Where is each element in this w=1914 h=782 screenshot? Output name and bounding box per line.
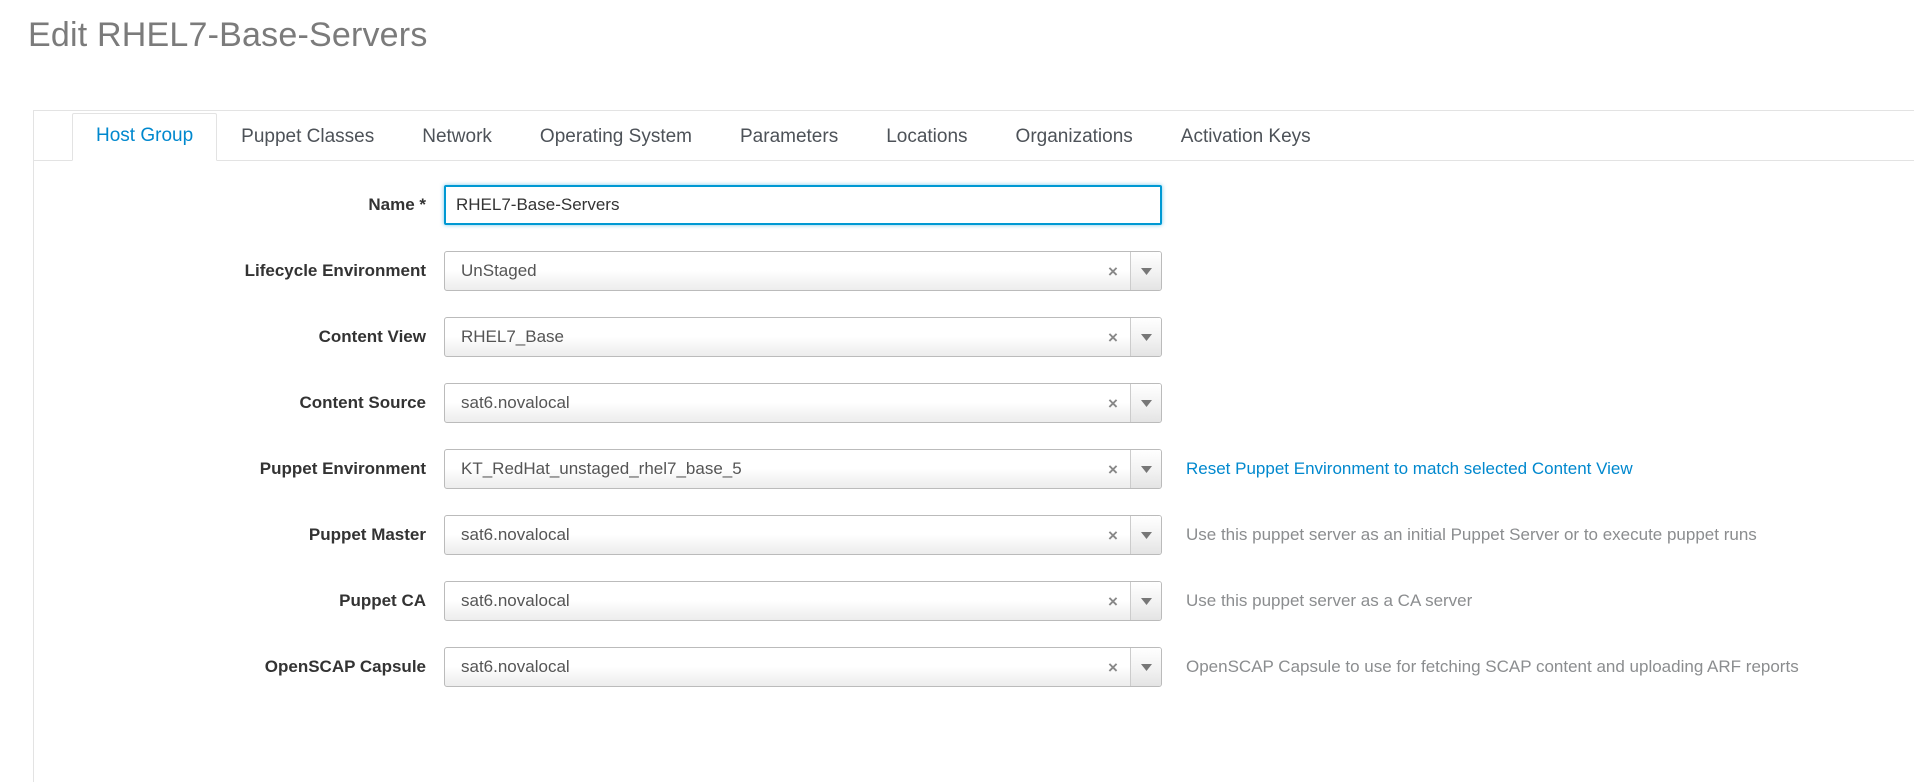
tab-label: Locations [886, 126, 968, 148]
form-row-openscap-capsule: OpenSCAP Capsule sat6.novalocal × OpenSC… [34, 647, 1914, 687]
chevron-down-icon[interactable] [1130, 318, 1161, 356]
tab-label: Organizations [1015, 126, 1133, 148]
form-row-lifecycle-environment: Lifecycle Environment UnStaged × [34, 251, 1914, 291]
puppet-ca-value: sat6.novalocal [461, 591, 570, 610]
tab-label: Operating System [539, 126, 692, 148]
clear-icon[interactable]: × [1096, 384, 1130, 422]
content-source-value: sat6.novalocal [461, 393, 570, 412]
content-view-label: Content View [318, 327, 426, 346]
name-field-wrap [444, 185, 1162, 225]
chevron-down-icon[interactable] [1130, 516, 1161, 554]
content-source-select[interactable]: sat6.novalocal × [444, 383, 1162, 423]
tab-puppet-classes[interactable]: Puppet Classes [217, 114, 398, 161]
lifecycle-environment-field-wrap: UnStaged × [444, 251, 1162, 291]
tab-operating-system[interactable]: Operating System [516, 114, 716, 161]
tab-parameters[interactable]: Parameters [716, 114, 862, 161]
tab-organizations[interactable]: Organizations [992, 114, 1157, 161]
clear-icon[interactable]: × [1096, 582, 1130, 620]
tab-host-group[interactable]: Host Group [72, 113, 218, 161]
puppet-environment-select[interactable]: KT_RedHat_unstaged_rhel7_base_5 × [444, 449, 1162, 489]
openscap-capsule-select[interactable]: sat6.novalocal × [444, 647, 1162, 687]
clear-icon[interactable]: × [1096, 516, 1130, 554]
puppet-master-label: Puppet Master [308, 525, 426, 544]
openscap-capsule-field-wrap: sat6.novalocal × [444, 647, 1162, 687]
lifecycle-environment-label: Lifecycle Environment [244, 261, 426, 280]
puppet-master-select[interactable]: sat6.novalocal × [444, 515, 1162, 555]
content-source-label: Content Source [299, 393, 426, 412]
page-title: Edit RHEL7-Base-Servers [28, 16, 428, 54]
form-row-content-source: Content Source sat6.novalocal × [34, 383, 1914, 423]
chevron-down-icon[interactable] [1130, 384, 1161, 422]
puppet-ca-field-wrap: sat6.novalocal × [444, 581, 1162, 621]
puppet-master-value: sat6.novalocal [461, 525, 570, 544]
content-view-value: RHEL7_Base [461, 327, 565, 346]
puppet-environment-value: KT_RedHat_unstaged_rhel7_base_5 [461, 459, 742, 478]
tab-activation-keys[interactable]: Activation Keys [1157, 114, 1335, 161]
tab-label: Puppet Classes [241, 126, 375, 148]
clear-icon[interactable]: × [1096, 648, 1130, 686]
tab-bar: Host Group Puppet Classes Network Operat… [34, 111, 1914, 161]
tab-label: Parameters [740, 126, 839, 148]
chevron-down-icon[interactable] [1130, 450, 1161, 488]
form-row-content-view: Content View RHEL7_Base × [34, 317, 1914, 357]
puppet-environment-label: Puppet Environment [259, 459, 426, 478]
clear-icon[interactable]: × [1096, 252, 1130, 290]
openscap-capsule-help: OpenSCAP Capsule to use for fetching SCA… [1186, 657, 1799, 676]
tab-network[interactable]: Network [398, 114, 516, 161]
tab-label: Host Group [96, 125, 194, 147]
form-row-puppet-master: Puppet Master sat6.novalocal × Use this … [34, 515, 1914, 555]
tab-label: Activation Keys [1180, 126, 1311, 148]
chevron-down-icon[interactable] [1130, 252, 1161, 290]
form-row-name: Name * [34, 185, 1914, 225]
name-label: Name * [368, 195, 426, 214]
clear-icon[interactable]: × [1096, 450, 1130, 488]
content-view-select[interactable]: RHEL7_Base × [444, 317, 1162, 357]
chevron-down-icon[interactable] [1130, 582, 1161, 620]
lifecycle-environment-select[interactable]: UnStaged × [444, 251, 1162, 291]
puppet-master-field-wrap: sat6.novalocal × [444, 515, 1162, 555]
content-source-field-wrap: sat6.novalocal × [444, 383, 1162, 423]
clear-icon[interactable]: × [1096, 318, 1130, 356]
puppet-ca-help: Use this puppet server as a CA server [1186, 591, 1473, 610]
content-view-field-wrap: RHEL7_Base × [444, 317, 1162, 357]
name-input[interactable] [444, 185, 1162, 225]
reset-puppet-environment-link[interactable]: Reset Puppet Environment to match select… [1162, 449, 1633, 489]
puppet-ca-label: Puppet CA [339, 591, 426, 610]
puppet-ca-select[interactable]: sat6.novalocal × [444, 581, 1162, 621]
host-group-form: Name * Lifecycle Environment UnStaged × … [34, 161, 1914, 687]
lifecycle-environment-value: UnStaged [461, 261, 537, 280]
form-row-puppet-environment: Puppet Environment KT_RedHat_unstaged_rh… [34, 449, 1914, 489]
tab-label: Network [422, 126, 492, 148]
openscap-capsule-label: OpenSCAP Capsule [264, 657, 426, 676]
puppet-environment-field-wrap: KT_RedHat_unstaged_rhel7_base_5 × [444, 449, 1162, 489]
edit-host-group-panel: Host Group Puppet Classes Network Operat… [33, 110, 1914, 782]
chevron-down-icon[interactable] [1130, 648, 1161, 686]
openscap-capsule-value: sat6.novalocal [461, 657, 570, 676]
form-row-puppet-ca: Puppet CA sat6.novalocal × Use this pupp… [34, 581, 1914, 621]
puppet-master-help: Use this puppet server as an initial Pup… [1186, 525, 1757, 544]
tab-locations[interactable]: Locations [862, 114, 991, 161]
